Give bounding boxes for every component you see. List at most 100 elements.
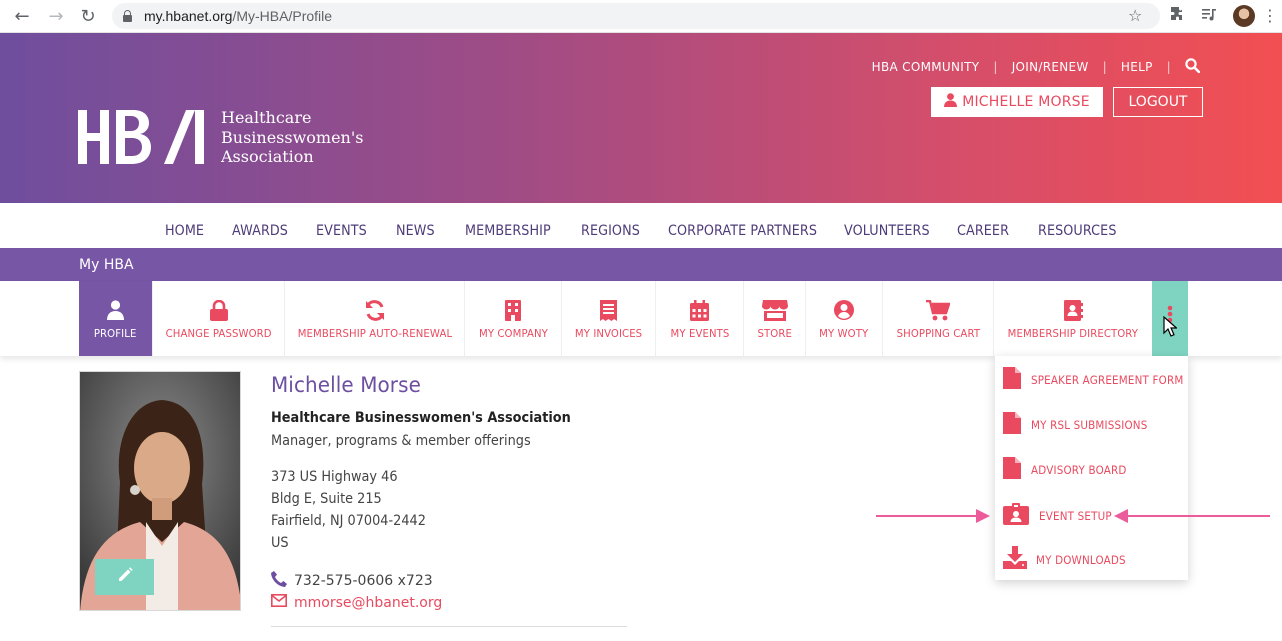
nav-corporate-partners[interactable]: CORPORATE PARTNERS bbox=[668, 223, 823, 239]
tab-label: MY EVENTS bbox=[670, 327, 729, 340]
separator: | bbox=[993, 60, 998, 74]
download-icon bbox=[1003, 546, 1036, 574]
separator: | bbox=[1166, 60, 1171, 74]
menu-item-label: EVENT SETUP bbox=[1039, 509, 1112, 523]
hba-logo[interactable] bbox=[78, 110, 210, 164]
nav-awards[interactable]: AWARDS bbox=[232, 223, 306, 239]
separator: | bbox=[1102, 60, 1107, 74]
reload-icon[interactable]: ↻ bbox=[78, 7, 98, 27]
utility-nav: HBA COMMUNITY | JOIN/RENEW | HELP | bbox=[872, 58, 1201, 76]
menu-item-label: MY RSL SUBMISSIONS bbox=[1031, 418, 1148, 432]
profile-phone: 732-575-0606 x723 bbox=[271, 571, 433, 591]
tab-profile[interactable]: PROFILE bbox=[79, 281, 152, 356]
lock-icon bbox=[123, 10, 132, 22]
tab-store[interactable]: STORE bbox=[743, 281, 805, 356]
menu-item-speaker-agreement-form[interactable]: SPEAKER AGREEMENT FORM bbox=[1003, 365, 1200, 395]
tab-label: MY COMPANY bbox=[478, 327, 548, 340]
tab-label: MEMBERSHIP DIRECTORY bbox=[1007, 327, 1139, 340]
media-icon[interactable] bbox=[1201, 6, 1217, 26]
nav-career[interactable]: CAREER bbox=[957, 223, 1028, 239]
browser-toolbar: ← → ↻ my.hbanet.org/My-HBA/Profile ☆ ⋮ bbox=[0, 0, 1282, 33]
address-line-3: Fairfield, NJ 07004-2442 bbox=[271, 513, 426, 529]
menu-item-label: SPEAKER AGREEMENT FORM bbox=[1031, 373, 1184, 387]
profile-name: Michelle Morse bbox=[271, 373, 421, 397]
url-text[interactable]: my.hbanet.org/My-HBA/Profile bbox=[144, 8, 332, 24]
store-icon bbox=[761, 299, 788, 321]
edit-photo-button[interactable] bbox=[95, 559, 154, 595]
profile-email: mmorse@hbanet.org bbox=[271, 594, 442, 611]
menu-item-advisory-board[interactable]: ADVISORY BOARD bbox=[1003, 455, 1137, 485]
tab-label: CHANGE PASSWORD bbox=[165, 327, 272, 340]
calendar-icon bbox=[690, 299, 709, 321]
menu-item-label: MY DOWNLOADS bbox=[1036, 553, 1126, 567]
tab-my-company[interactable]: MY COMPANY bbox=[464, 281, 561, 356]
nav-news[interactable]: NEWS bbox=[396, 223, 457, 239]
tab-my-woty[interactable]: MY WOTY bbox=[805, 281, 882, 356]
tab-shopping-cart[interactable]: SHOPPING CART bbox=[882, 281, 993, 356]
file-icon bbox=[1003, 456, 1031, 484]
user-icon bbox=[944, 93, 958, 111]
tab-label: MEMBERSHIP AUTO-RENEWAL bbox=[297, 327, 452, 340]
browser-profile-avatar[interactable] bbox=[1233, 5, 1255, 27]
menu-item-my-downloads[interactable]: MY DOWNLOADS bbox=[1003, 545, 1136, 575]
nav-home[interactable]: HOME bbox=[165, 223, 224, 239]
tab-label: PROFILE bbox=[94, 327, 137, 340]
logo-line-1: Healthcare bbox=[221, 108, 312, 127]
file-icon bbox=[1003, 366, 1031, 394]
tab-my-invoices[interactable]: MY INVOICES bbox=[561, 281, 655, 356]
annotation-arrow-right bbox=[876, 509, 990, 523]
main-navigation: HOME AWARDS EVENTS NEWS MEMBERSHIP REGIO… bbox=[0, 203, 1282, 248]
address-line-2: Bldg E, Suite 215 bbox=[271, 491, 382, 507]
logout-button[interactable]: LOGOUT bbox=[1113, 87, 1203, 117]
address-line-4: US bbox=[271, 535, 289, 551]
tab-label: SHOPPING CART bbox=[896, 327, 980, 340]
pencil-icon bbox=[117, 566, 133, 588]
email-link[interactable]: mmorse@hbanet.org bbox=[294, 595, 442, 611]
menu-item-my-rsl-submissions[interactable]: MY RSL SUBMISSIONS bbox=[1003, 410, 1160, 440]
content-divider bbox=[271, 626, 627, 627]
address-book-icon bbox=[1063, 299, 1083, 321]
id-badge-icon bbox=[1003, 502, 1039, 530]
annotation-arrow-left bbox=[1114, 509, 1270, 523]
url-path: /My-HBA/Profile bbox=[232, 8, 333, 24]
nav-events[interactable]: EVENTS bbox=[316, 223, 386, 239]
file-icon bbox=[1003, 411, 1031, 439]
tab-membership-auto-renewal[interactable]: MEMBERSHIP AUTO-RENEWAL bbox=[284, 281, 464, 356]
logo-line-2: Businesswomen's bbox=[221, 127, 364, 147]
envelope-icon bbox=[271, 594, 287, 611]
tab-membership-directory[interactable]: MEMBERSHIP DIRECTORY bbox=[993, 281, 1152, 356]
lock-icon bbox=[209, 299, 228, 321]
tab-label: MY WOTY bbox=[819, 327, 869, 340]
user-circle-icon bbox=[834, 299, 854, 321]
section-bar: My HBA bbox=[0, 248, 1282, 281]
receipt-icon bbox=[600, 299, 617, 321]
menu-item-label: ADVISORY BOARD bbox=[1031, 463, 1127, 477]
browser-menu-icon[interactable]: ⋮ bbox=[1262, 6, 1278, 25]
nav-regions[interactable]: REGIONS bbox=[581, 223, 658, 239]
user-account-button[interactable]: MICHELLE MORSE bbox=[931, 87, 1103, 117]
tab-my-events[interactable]: MY EVENTS bbox=[655, 281, 743, 356]
logo-line-3: Association bbox=[221, 147, 314, 166]
search-icon[interactable] bbox=[1185, 58, 1201, 76]
bookmark-star-icon[interactable]: ☆ bbox=[1128, 6, 1142, 25]
phone-icon bbox=[271, 571, 287, 591]
building-icon bbox=[505, 299, 521, 321]
help-link[interactable]: HELP bbox=[1121, 60, 1153, 74]
nav-volunteers[interactable]: VOLUNTEERS bbox=[844, 223, 943, 239]
url-host: my.hbanet.org bbox=[144, 8, 233, 24]
forward-icon[interactable]: → bbox=[46, 7, 66, 27]
join-renew-link[interactable]: JOIN/RENEW bbox=[1012, 60, 1089, 74]
nav-membership[interactable]: MEMBERSHIP bbox=[465, 223, 567, 239]
section-title: My HBA bbox=[79, 257, 134, 273]
menu-item-event-setup[interactable]: EVENT SETUP bbox=[1003, 501, 1120, 531]
hba-community-link[interactable]: HBA COMMUNITY bbox=[872, 60, 980, 74]
mouse-cursor-icon bbox=[1163, 316, 1177, 337]
user-button-label: MICHELLE MORSE bbox=[962, 94, 1090, 110]
back-icon[interactable]: ← bbox=[12, 7, 32, 27]
profile-tabs: PROFILE CHANGE PASSWORD MEMBERSHIP AUTO-… bbox=[0, 281, 1282, 356]
extensions-icon[interactable] bbox=[1170, 6, 1186, 26]
user-icon bbox=[107, 299, 124, 321]
tab-change-password[interactable]: CHANGE PASSWORD bbox=[152, 281, 284, 356]
nav-resources[interactable]: RESOURCES bbox=[1038, 223, 1126, 239]
phone-number: 732-575-0606 x723 bbox=[294, 573, 433, 589]
